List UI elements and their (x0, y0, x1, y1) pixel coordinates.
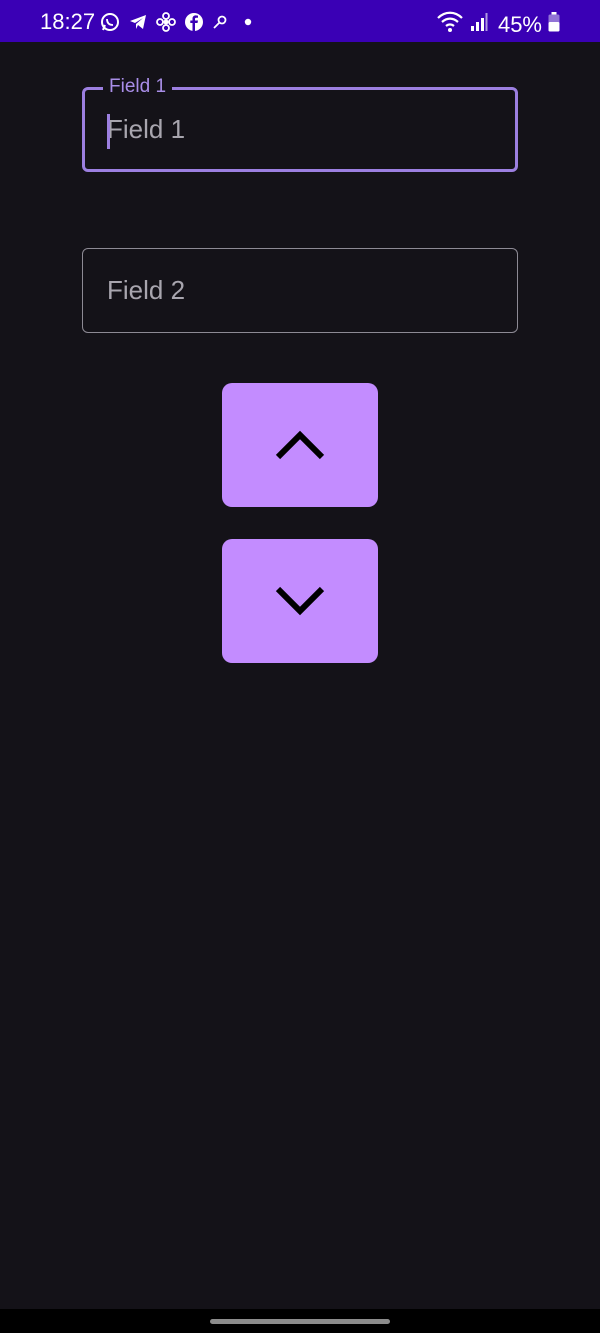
field-1-input[interactable] (107, 90, 487, 169)
facebook-icon (184, 12, 204, 32)
telegram-icon (128, 12, 148, 32)
field-1-container[interactable]: Field 1 (82, 76, 518, 172)
status-time: 18:27 (40, 9, 96, 34)
chevron-down-icon (275, 586, 325, 616)
pinwheel-icon (156, 12, 176, 32)
move-up-button[interactable] (222, 383, 378, 507)
signal-icon (470, 12, 488, 37)
chevron-up-icon (275, 430, 325, 460)
key-icon (212, 14, 228, 30)
status-bar: 18:27 45% (0, 0, 600, 42)
dot-icon (236, 12, 256, 32)
field-2-input[interactable] (107, 249, 487, 332)
navigation-bar (0, 1309, 600, 1333)
whatsapp-icon (100, 12, 120, 32)
wifi-icon (436, 11, 464, 38)
field-2-container[interactable] (82, 248, 518, 333)
battery-icon (548, 12, 560, 37)
move-down-button[interactable] (222, 539, 378, 663)
notification-icons (100, 12, 256, 32)
system-icons: 45% (436, 11, 560, 38)
gesture-handle[interactable] (210, 1319, 390, 1324)
battery-percent: 45% (497, 11, 542, 37)
text-cursor (107, 114, 110, 149)
